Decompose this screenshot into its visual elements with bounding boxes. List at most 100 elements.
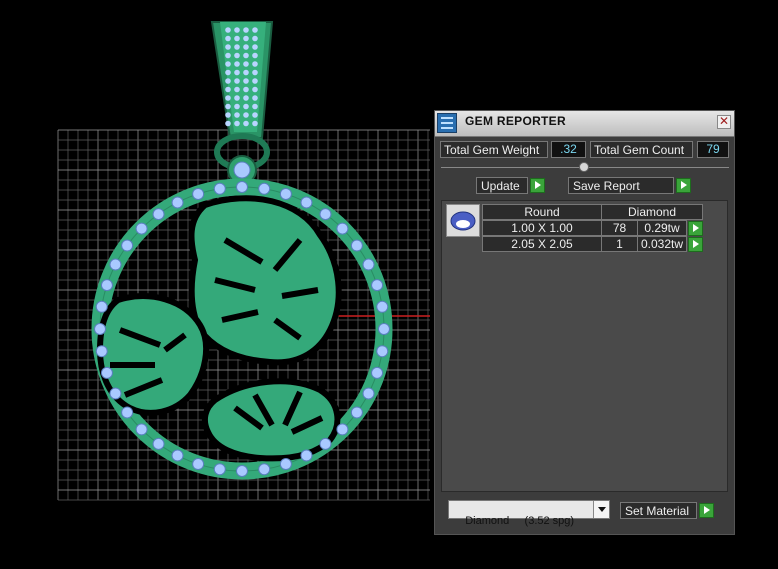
bail-gem [234, 120, 240, 127]
ring-gem [236, 181, 248, 193]
row2-size: 2.05 X 2.05 [482, 236, 602, 252]
ring-gem [279, 187, 292, 200]
bail-gem [225, 95, 231, 101]
panel-titlebar[interactable]: GEM REPORTER ✕ [435, 111, 734, 137]
ring-gem [192, 458, 205, 471]
bail-gem [234, 27, 240, 33]
bail-gem [243, 112, 249, 118]
bail-gem [243, 95, 249, 101]
dropdown-arrow-icon[interactable] [593, 501, 609, 518]
monstera-leaf-large [188, 195, 342, 366]
ring-gem [192, 187, 205, 200]
set-material-play-icon[interactable] [699, 503, 714, 518]
close-icon[interactable]: ✕ [717, 115, 731, 129]
bail-gem [252, 103, 258, 110]
ring-gem [300, 196, 313, 209]
bale-gem [233, 161, 251, 179]
gem-thumbnail-icon[interactable] [446, 204, 480, 237]
bail-gem [252, 120, 258, 127]
bail-gem [243, 44, 249, 50]
bail-gem [243, 86, 249, 93]
bail-gem [243, 120, 249, 127]
total-gem-weight-label: Total Gem Weight [440, 141, 548, 158]
bail-gem [243, 78, 249, 84]
ring-gem [336, 222, 349, 235]
bail-gem [234, 69, 240, 76]
bail-gem [234, 61, 240, 67]
save-report-button[interactable]: Save Report [568, 177, 674, 194]
ring-gem [378, 323, 390, 335]
bail-gem [225, 120, 231, 127]
bail-gem [252, 27, 258, 33]
material-select[interactable]: Diamond (3.52 spg) [448, 500, 610, 527]
row1-play-icon[interactable] [688, 221, 703, 236]
table-header-shape: Round [482, 204, 602, 220]
bail-gem [252, 86, 258, 93]
ring-gem [100, 279, 113, 292]
bail-gem [225, 112, 231, 118]
ring-gem [319, 208, 332, 221]
bail-gem [243, 35, 249, 42]
ring-gem [121, 239, 134, 252]
ring-gem [371, 366, 384, 379]
ring-gem [362, 387, 375, 400]
ring-gem [94, 323, 106, 335]
bail-gem [252, 112, 258, 118]
set-material-button[interactable]: Set Material [620, 502, 697, 519]
bail-gem [234, 112, 240, 118]
material-select-value: Diamond (3.52 spg) [465, 515, 575, 527]
ring-gem [95, 300, 108, 313]
bail-gem [234, 86, 240, 93]
bail-gem [234, 52, 240, 59]
ring-gem [376, 345, 389, 358]
bail-gem [252, 78, 258, 84]
ring-gem [95, 345, 108, 358]
bail-gem [252, 95, 258, 101]
bail-gem [225, 27, 231, 33]
bail-gem [225, 35, 231, 42]
pendant-bail [210, 21, 274, 139]
ring-gem [121, 406, 134, 419]
ring-gem [362, 258, 375, 271]
total-gem-weight-value: .32 [551, 141, 586, 158]
ring-gem [109, 258, 122, 271]
ring-gem [336, 423, 349, 436]
bail-gem [234, 78, 240, 84]
bail-gem [252, 44, 258, 50]
gem-list-area: Round Diamond 1.00 X 1.00 78 0.29tw 2.05… [441, 200, 728, 492]
ring-gem [350, 406, 363, 419]
gem-reporter-panel: GEM REPORTER ✕ Total Gem Weight .32 Tota… [434, 110, 735, 535]
ring-gem [100, 366, 113, 379]
bail-gem [243, 103, 249, 110]
bail-gem [252, 61, 258, 67]
bail-gem [243, 61, 249, 67]
bail-gem [225, 103, 231, 110]
ring-gem [279, 458, 292, 471]
pendant-body [91, 178, 393, 480]
ring-gem [213, 182, 226, 195]
bail-gem [252, 35, 258, 42]
divider-knob[interactable] [579, 162, 589, 172]
total-gem-count-label: Total Gem Count [590, 141, 693, 158]
ring-gem [171, 449, 184, 462]
ring-gem [152, 208, 165, 221]
ring-gem [135, 222, 148, 235]
bail-gem [225, 61, 231, 67]
ring-gem [171, 196, 184, 209]
bail-gem [234, 103, 240, 110]
row2-play-icon[interactable] [688, 237, 703, 252]
row2-weight: 0.032tw [637, 236, 687, 252]
bail-gem [252, 52, 258, 59]
bail-gem [243, 52, 249, 59]
bail-gem [234, 95, 240, 101]
save-report-play-icon[interactable] [676, 178, 691, 193]
gem-reporter-icon [437, 113, 457, 133]
update-button[interactable]: Update [476, 177, 528, 194]
bail-gem [225, 69, 231, 76]
total-gem-count-value: 79 [697, 141, 729, 158]
monstera-leaf-bottom [201, 378, 341, 462]
panel-title: GEM REPORTER [465, 114, 566, 128]
update-play-icon[interactable] [530, 178, 545, 193]
ring-gem [319, 437, 332, 450]
ring-gem [350, 239, 363, 252]
